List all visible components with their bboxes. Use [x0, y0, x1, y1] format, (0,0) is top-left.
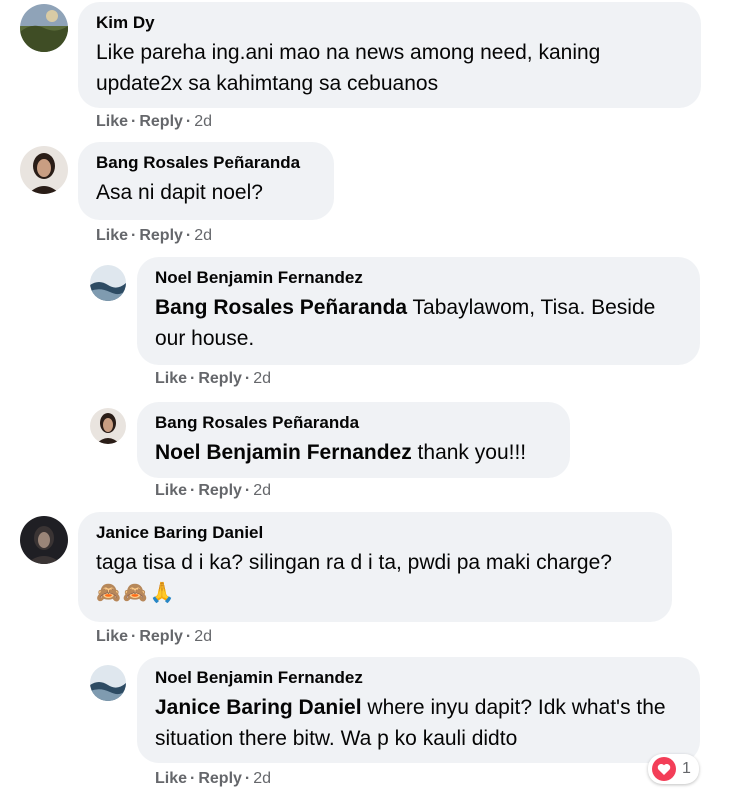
separator: · — [190, 370, 196, 387]
comment: Bang Rosales Peñaranda Asa ni dapit noel… — [0, 140, 750, 250]
heart-icon — [652, 757, 676, 781]
like-button[interactable]: Like — [155, 370, 187, 387]
reply: Noel Benjamin Fernandez Janice Baring Da… — [0, 655, 750, 793]
reply-text: Bang Rosales Peñaranda Tabaylawom, Tisa.… — [155, 292, 682, 354]
reply: Bang Rosales Peñaranda Noel Benjamin Fer… — [0, 400, 750, 505]
avatar[interactable] — [20, 516, 68, 564]
timestamp[interactable]: 2d — [194, 227, 212, 244]
timestamp[interactable]: 2d — [253, 770, 271, 787]
separator: · — [244, 770, 251, 787]
separator: · — [185, 227, 192, 244]
separator: · — [244, 482, 251, 499]
comment-text: taga tisa d i ka? silingan ra d i ta, pw… — [96, 551, 612, 574]
person-avatar-icon — [20, 516, 68, 564]
timestamp[interactable]: 2d — [253, 370, 271, 387]
like-button[interactable]: Like — [96, 227, 128, 244]
reaction-count: 1 — [682, 760, 691, 777]
separator: · — [244, 370, 251, 387]
separator: · — [131, 113, 137, 130]
comment-bubble: Bang Rosales Peñaranda Asa ni dapit noel… — [78, 142, 334, 220]
reply-text: Janice Baring Daniel where inyu dapit? I… — [155, 692, 682, 754]
reply: Noel Benjamin Fernandez Bang Rosales Peñ… — [0, 255, 750, 395]
comment-actions: Like · Reply · 2d — [96, 226, 212, 246]
like-button[interactable]: Like — [155, 770, 187, 787]
comment-bubble: Kim Dy Like pareha ing.ani mao na news a… — [78, 2, 701, 108]
comment-text: Asa ni dapit noel? — [96, 181, 263, 204]
comment-author[interactable]: Kim Dy — [96, 12, 683, 34]
separator: · — [185, 628, 192, 645]
comment: Kim Dy Like pareha ing.ani mao na news a… — [0, 0, 750, 140]
person-avatar-icon — [20, 146, 68, 194]
reply-button[interactable]: Reply — [198, 770, 242, 787]
reply-button[interactable]: Reply — [139, 227, 183, 244]
reply-bubble: Noel Benjamin Fernandez Bang Rosales Peñ… — [137, 257, 700, 365]
separator: · — [185, 113, 192, 130]
comment-text: Like pareha ing.ani mao na news among ne… — [96, 41, 601, 95]
reply-bubble: Noel Benjamin Fernandez Janice Baring Da… — [137, 657, 700, 763]
reply-actions: Like · Reply · 2d — [155, 769, 271, 789]
emoji-row: 🙈 🙈 🙏 — [96, 580, 654, 606]
reply-button[interactable]: Reply — [198, 482, 242, 499]
sea-avatar-icon — [90, 265, 126, 301]
reply-button[interactable]: Reply — [198, 370, 242, 387]
reply-actions: Like · Reply · 2d — [155, 369, 271, 389]
avatar[interactable] — [90, 408, 126, 444]
separator: · — [131, 227, 137, 244]
comment-bubble: Janice Baring Daniel taga tisa d i ka? s… — [78, 512, 672, 622]
like-button[interactable]: Like — [96, 628, 128, 645]
mention-link[interactable]: Janice Baring Daniel — [155, 696, 362, 719]
like-button[interactable]: Like — [155, 482, 187, 499]
mention-link[interactable]: Noel Benjamin Fernandez — [155, 441, 412, 464]
avatar[interactable] — [20, 146, 68, 194]
reply-author[interactable]: Noel Benjamin Fernandez — [155, 667, 682, 689]
comment: Janice Baring Daniel taga tisa d i ka? s… — [0, 510, 750, 650]
folded-hands-icon: 🙏 — [149, 582, 175, 604]
person-avatar-icon — [90, 408, 126, 444]
reply-author[interactable]: Bang Rosales Peñaranda — [155, 412, 552, 434]
like-button[interactable]: Like — [96, 113, 128, 130]
timestamp[interactable]: 2d — [194, 113, 212, 130]
timestamp[interactable]: 2d — [253, 482, 271, 499]
reply-bubble: Bang Rosales Peñaranda Noel Benjamin Fer… — [137, 402, 570, 478]
reaction-summary[interactable]: 1 — [648, 754, 699, 784]
reply-button[interactable]: Reply — [139, 113, 183, 130]
reply-text: Noel Benjamin Fernandez thank you!!! — [155, 437, 552, 468]
see-no-evil-monkey-icon: 🙈 — [122, 582, 148, 604]
timestamp[interactable]: 2d — [194, 628, 212, 645]
avatar[interactable] — [20, 4, 68, 52]
reply-actions: Like · Reply · 2d — [155, 481, 271, 501]
see-no-evil-monkey-icon: 🙈 — [96, 582, 121, 604]
separator: · — [190, 482, 196, 499]
mention-link[interactable]: Bang Rosales Peñaranda — [155, 296, 407, 319]
comment-author[interactable]: Janice Baring Daniel — [96, 522, 654, 544]
comment-actions: Like · Reply · 2d — [96, 112, 212, 132]
separator: · — [131, 628, 137, 645]
sea-avatar-icon — [90, 665, 126, 701]
comment-author[interactable]: Bang Rosales Peñaranda — [96, 152, 316, 174]
reply-text-body: thank you!!! — [411, 441, 527, 464]
reply-button[interactable]: Reply — [139, 628, 183, 645]
avatar[interactable] — [90, 265, 126, 301]
comment-actions: Like · Reply · 2d — [96, 627, 212, 647]
landscape-avatar-icon — [20, 4, 68, 52]
separator: · — [190, 770, 196, 787]
avatar[interactable] — [90, 665, 126, 701]
reply-author[interactable]: Noel Benjamin Fernandez — [155, 267, 682, 289]
